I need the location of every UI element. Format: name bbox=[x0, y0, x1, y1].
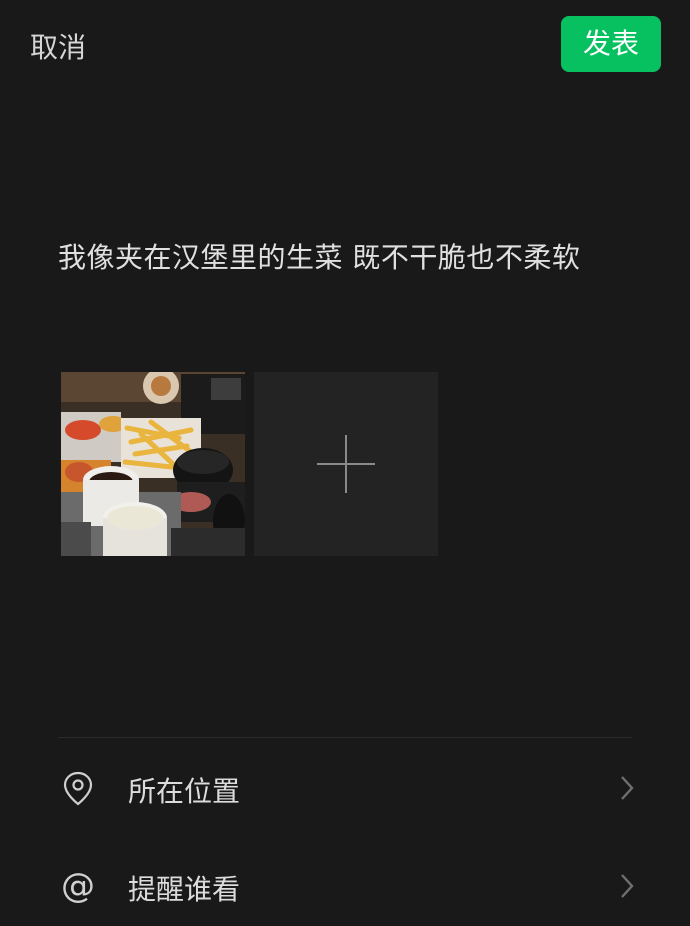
add-photo-button[interactable] bbox=[254, 372, 438, 556]
plus-icon-vertical bbox=[345, 435, 347, 493]
location-label: 所在位置 bbox=[128, 775, 241, 808]
mention-label: 提醒谁看 bbox=[128, 873, 241, 906]
location-option[interactable]: 所在位置 bbox=[58, 748, 638, 828]
mention-option[interactable]: @ 提醒谁看 bbox=[58, 846, 638, 926]
photo-grid bbox=[61, 372, 441, 556]
options-divider bbox=[58, 737, 632, 738]
post-text-input[interactable]: 我像夹在汉堡里的生菜 既不干脆也不柔软 bbox=[58, 236, 658, 276]
cancel-button[interactable]: 取消 bbox=[30, 26, 86, 66]
top-bar: 取消 发表 bbox=[0, 0, 690, 90]
at-icon: @ bbox=[61, 866, 95, 906]
photo-thumbnail[interactable] bbox=[61, 372, 245, 556]
location-pin-icon bbox=[58, 768, 98, 808]
chevron-right-icon bbox=[616, 774, 638, 802]
food-photo-image bbox=[61, 372, 245, 556]
chevron-right-icon bbox=[616, 872, 638, 900]
publish-button[interactable]: 发表 bbox=[561, 16, 661, 72]
